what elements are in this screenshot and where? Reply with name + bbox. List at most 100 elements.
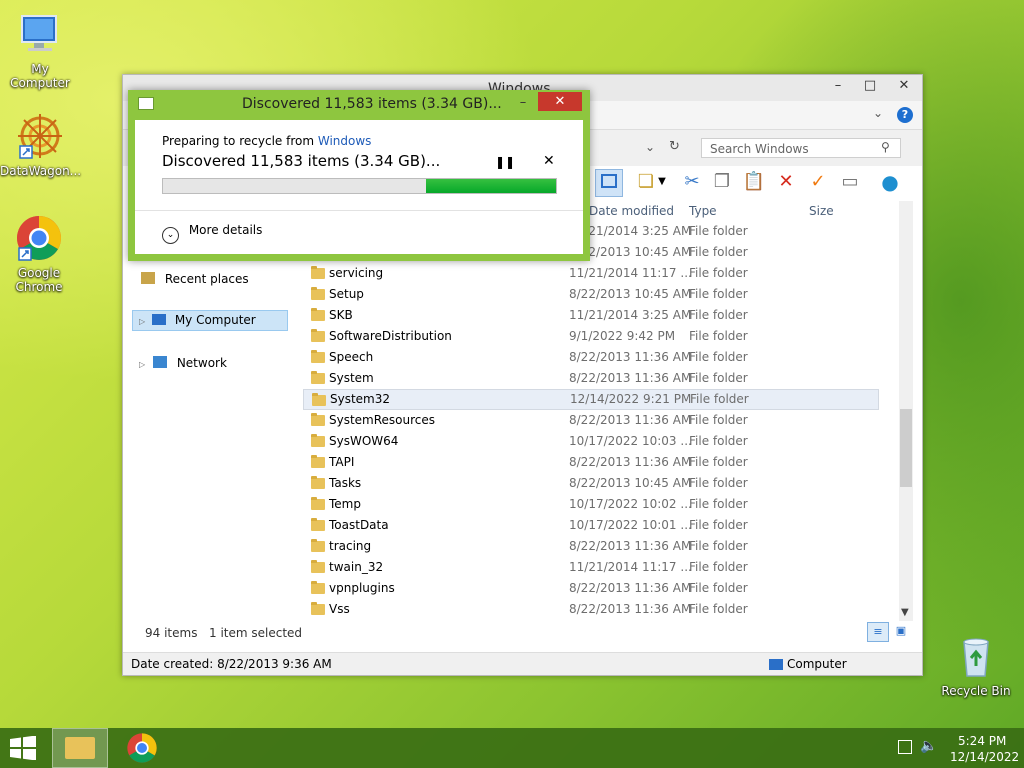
- row-type: File folder: [689, 308, 748, 322]
- table-row[interactable]: Tasks 8/22/2013 10:45 AM File folder: [303, 473, 879, 494]
- row-type: File folder: [689, 560, 748, 574]
- row-name: vpnplugins: [329, 581, 395, 595]
- row-date: 9/1/2022 9:42 PM: [569, 329, 676, 343]
- search-input[interactable]: Search Windows: [701, 138, 901, 158]
- progress-bar: [162, 178, 557, 194]
- table-row-selected[interactable]: System32 12/14/2022 9:21 PM File folder: [303, 389, 879, 410]
- row-name: SysWOW64: [329, 434, 399, 448]
- help-icon[interactable]: ?: [897, 107, 913, 123]
- nav-item-label: My Computer: [174, 313, 256, 327]
- pause-button[interactable]: ❚❚: [495, 155, 515, 169]
- row-date: 11/21/2014 11:17 ...: [569, 266, 692, 280]
- close-button[interactable]: ✕: [889, 75, 919, 97]
- table-row[interactable]: SystemResources 8/22/2013 11:36 AM File fo…: [303, 410, 879, 431]
- table-row[interactable]: Temp 10/17/2022 10:02 ... File folder: [303, 494, 879, 515]
- details-view-icon[interactable]: ≡: [867, 622, 889, 642]
- row-date: 8/22/2013 11:36 AM: [569, 602, 692, 616]
- table-row[interactable]: servicing 11/21/2014 11:17 ... File folder: [303, 263, 879, 284]
- table-row[interactable]: Speech 8/22/2013 11:36 AM File folder: [303, 347, 879, 368]
- nav-item-network[interactable]: ▷ Network: [139, 353, 227, 373]
- maximize-button[interactable]: □: [855, 75, 885, 97]
- taskbar-file-explorer[interactable]: [52, 728, 108, 768]
- folder-icon: [311, 581, 325, 594]
- paste-icon[interactable]: 📋: [741, 169, 767, 195]
- select-icon[interactable]: ▭: [837, 169, 863, 195]
- desktop-icon-datawagon[interactable]: DataWagon...: [0, 112, 82, 178]
- address-dropdown-icon[interactable]: ⌄: [645, 140, 655, 154]
- folder-icon: [311, 497, 325, 510]
- row-name: Tasks: [329, 476, 362, 490]
- preview-pane-icon[interactable]: [595, 169, 623, 197]
- cancel-button[interactable]: ✕: [543, 153, 555, 169]
- nav-item-recent-places[interactable]: Recent places: [141, 269, 249, 289]
- nav-item-my-computer[interactable]: ▷ My Computer: [132, 310, 288, 331]
- row-type: File folder: [689, 434, 748, 448]
- vertical-scrollbar[interactable]: [899, 201, 913, 621]
- dialog-body: Preparing to recycle from Windows Discov…: [135, 120, 583, 254]
- table-row[interactable]: vpnplugins 8/22/2013 11:36 AM File folder: [303, 578, 879, 599]
- scrollbar-thumb[interactable]: [900, 409, 912, 487]
- recent-places-icon: [141, 272, 155, 284]
- clock-time[interactable]: 5:24 PM: [958, 734, 1006, 748]
- table-row[interactable]: TAPI 8/22/2013 11:36 AM File folder: [303, 452, 879, 473]
- row-date: 11/21/2014 3:25 AM: [569, 308, 692, 322]
- table-row[interactable]: SKB 11/21/2014 3:25 AM File folder: [303, 305, 879, 326]
- table-row[interactable]: ToastData 10/17/2022 10:01 ... File folder: [303, 515, 879, 536]
- column-date-modified[interactable]: Date modified: [589, 201, 674, 221]
- more-details-toggle[interactable]: ⌄ More details: [162, 223, 262, 244]
- refresh-icon[interactable]: ↻: [669, 139, 680, 154]
- row-name: ToastData: [329, 518, 389, 532]
- folder-icon: [312, 393, 326, 406]
- desktop-icon-recycle-bin[interactable]: Recycle Bin: [936, 632, 1016, 698]
- status-location: Computer: [787, 657, 847, 671]
- selection-count: 1 item selected: [209, 626, 303, 640]
- row-type: File folder: [689, 224, 748, 238]
- large-icons-view-icon[interactable]: ▣: [891, 622, 911, 640]
- computer-icon: [769, 659, 783, 670]
- volume-tray-icon[interactable]: 🔈: [920, 738, 937, 754]
- folder-icon: [311, 539, 325, 552]
- folder-icon: [311, 476, 325, 489]
- desktop-icon-google-chrome[interactable]: Google Chrome: [0, 214, 78, 294]
- table-row[interactable]: Vss 8/22/2013 11:36 AM File folder: [303, 599, 879, 620]
- table-row[interactable]: Setup 8/22/2013 10:45 AM File folder: [303, 284, 879, 305]
- table-row[interactable]: SysWOW64 10/17/2022 10:03 ... File folder: [303, 431, 879, 452]
- row-type: File folder: [689, 518, 748, 532]
- column-type[interactable]: Type: [689, 201, 717, 221]
- network-tray-icon[interactable]: [898, 740, 912, 754]
- taskbar-chrome[interactable]: [126, 732, 160, 764]
- dialog-title: Discovered 11,583 items (3.34 GB)...: [242, 96, 502, 112]
- row-type: File folder: [689, 413, 748, 427]
- dialog-titlebar[interactable]: Discovered 11,583 items (3.34 GB)... – □…: [128, 90, 590, 116]
- globe-icon[interactable]: ●: [877, 169, 903, 195]
- ribbon-expand-icon[interactable]: ⌄: [873, 106, 883, 120]
- cut-icon[interactable]: ✂: [679, 169, 705, 195]
- table-row[interactable]: SoftwareDistribution 9/1/2022 9:42 PM File…: [303, 326, 879, 347]
- date-created: Date created: 8/22/2013 9:36 AM: [131, 657, 332, 671]
- expand-arrow-icon[interactable]: ▷: [139, 317, 145, 326]
- desktop-icon-my-computer[interactable]: My Computer: [0, 10, 80, 90]
- copy-icon[interactable]: ❐: [709, 169, 735, 195]
- start-button[interactable]: [8, 735, 38, 761]
- desktop-icon-label: Recycle Bin: [941, 684, 1011, 698]
- column-size[interactable]: Size: [809, 201, 834, 221]
- minimize-button[interactable]: –: [823, 75, 853, 97]
- more-details-label: More details: [188, 223, 263, 237]
- delete-icon[interactable]: ✕: [773, 169, 799, 195]
- table-row[interactable]: twain_32 11/21/2014 11:17 ... File folder: [303, 557, 879, 578]
- scroll-down-icon[interactable]: ▼: [901, 607, 909, 618]
- table-row[interactable]: tracing 8/22/2013 11:36 AM File folder: [303, 536, 879, 557]
- row-date: 8/22/2013 11:36 AM: [569, 413, 692, 427]
- rename-icon[interactable]: ✓: [805, 169, 831, 195]
- table-row[interactable]: System 8/22/2013 11:36 AM File folder: [303, 368, 879, 389]
- folder-icon: [311, 413, 325, 426]
- dialog-close-button[interactable]: ✕: [538, 92, 582, 111]
- dropdown-icon[interactable]: ▼: [655, 169, 669, 195]
- desktop-icon-label: DataWagon...: [0, 164, 82, 178]
- source-folder-link[interactable]: Windows: [318, 134, 372, 148]
- clock-date[interactable]: 12/14/2022: [950, 750, 1019, 764]
- row-date: 11/21/2014 11:17 ...: [569, 560, 692, 574]
- expand-arrow-icon[interactable]: ▷: [139, 360, 145, 369]
- search-icon[interactable]: ⚲: [881, 140, 890, 154]
- row-name: Speech: [329, 350, 374, 364]
